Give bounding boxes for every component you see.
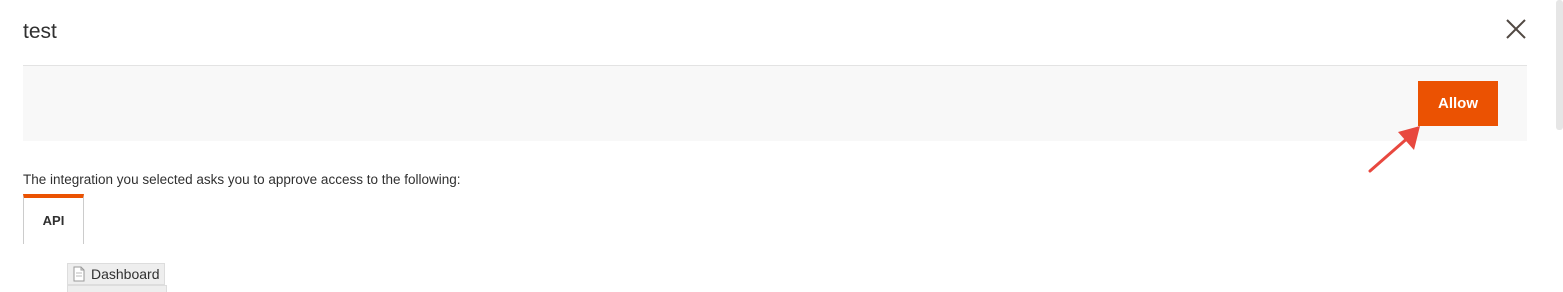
document-icon xyxy=(73,266,85,282)
integration-modal: test Allow The integration you selected … xyxy=(0,0,1563,292)
close-button[interactable] xyxy=(1503,16,1529,42)
tab-api[interactable]: API xyxy=(23,194,84,244)
access-description: The integration you selected asks you to… xyxy=(23,172,461,187)
close-icon xyxy=(1506,19,1526,39)
scrollbar[interactable] xyxy=(1556,0,1563,130)
allow-button[interactable]: Allow xyxy=(1418,81,1498,126)
modal-title: test xyxy=(23,20,57,43)
page-actions-bar xyxy=(23,66,1527,141)
tree-item-partial[interactable] xyxy=(67,285,167,292)
annotation-arrow-icon xyxy=(1368,126,1420,173)
tree-item-label: Dashboard xyxy=(91,266,160,282)
tree-item-dashboard[interactable]: Dashboard xyxy=(67,263,165,285)
